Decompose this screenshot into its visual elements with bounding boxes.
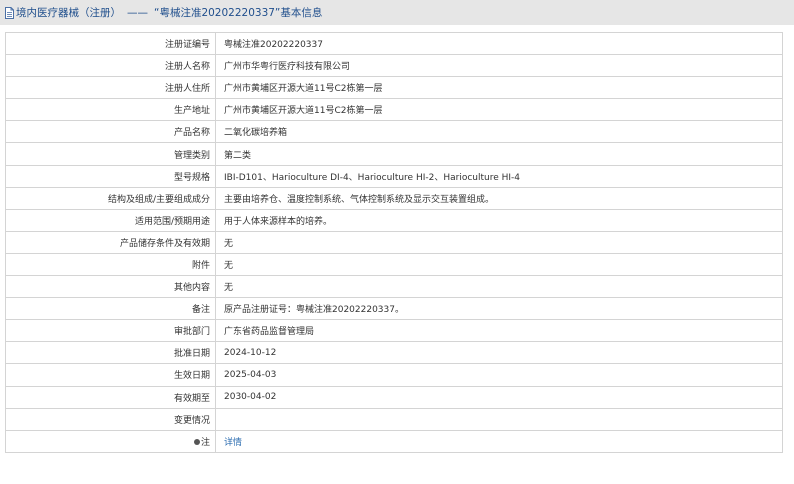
table-row: 生产地址 广州市黄埔区开源大道11号C2栋第一层 <box>5 98 783 122</box>
info-table: 注册证编号 粤械注准20202220337 注册人名称 广州市华粤行医疗科技有限公司注… <box>5 31 783 453</box>
row-label: 产品名称 <box>5 120 216 144</box>
table-row: 附件无 <box>5 252 783 277</box>
row-label: 其他内容 <box>5 275 216 299</box>
table-row: 管理类别 第二类 <box>5 142 783 166</box>
note-row: 注 详情 <box>5 429 783 453</box>
note-label-cell: 注 <box>5 429 216 453</box>
row-value: 粤械注准20202220337 <box>215 31 783 56</box>
row-label: 注册证编号 <box>5 31 216 56</box>
row-label: 生效日期 <box>5 363 216 387</box>
table-row: 审批部门 广东省药品监督管理局 <box>5 319 783 343</box>
row-label: 结构及组成/主要组成成分 <box>5 186 216 210</box>
table-row: 产品储存条件及有效期无 <box>5 230 783 254</box>
row-label: 适用范围/预期用途 <box>5 208 216 232</box>
table-row: 适用范围/预期用途 用于人体来源样本的培养。 <box>5 208 783 232</box>
note-dot-icon <box>193 438 200 445</box>
table-row: 备注 原产品注册证号：粤械注准20202220337。 <box>5 297 783 321</box>
row-value: 广州市黄埔区开源大道11号C2栋第一层 <box>215 98 783 122</box>
row-label: 注册人住所 <box>5 76 216 100</box>
row-value: 无 <box>215 252 783 277</box>
row-label: 型号规格 <box>5 164 216 188</box>
page-header: 境内医疗器械（注册） —— “粤械注准20202220337”基本信息 <box>0 0 794 25</box>
row-value: IBI-D101、Harioculture DI-4、Harioculture … <box>215 164 783 188</box>
table-row: 批准日期 2024-10-12 <box>5 341 783 365</box>
table-row: 产品名称 二氧化碳培养箱 <box>5 120 783 144</box>
info-table-container: 注册证编号 粤械注准20202220337 注册人名称 广州市华粤行医疗科技有限公司注… <box>5 31 783 453</box>
table-row: 结构及组成/主要组成成分 主要由培养仓、温度控制系统、气体控制系统及显示交互装置组… <box>5 186 783 210</box>
table-row: 注册人住所 广州市黄埔区开源大道11号C2栋第一层 <box>5 76 783 100</box>
row-value: 2030-04-02 <box>215 385 783 409</box>
row-label: 附件 <box>5 252 216 277</box>
note-label: 注 <box>200 437 210 448</box>
row-label: 备注 <box>5 297 216 321</box>
row-value: 无 <box>215 230 783 254</box>
info-table-body: 注册证编号 粤械注准20202220337 注册人名称 广州市华粤行医疗科技有限公司注… <box>5 31 783 431</box>
note-value-cell: 详情 <box>215 429 783 453</box>
row-value: 二氧化碳培养箱 <box>215 120 783 144</box>
row-value: 原产品注册证号：粤械注准20202220337。 <box>215 297 783 321</box>
header-separator: —— <box>127 6 148 19</box>
header-title: “粤械注准20202220337”基本信息 <box>154 7 323 19</box>
row-label: 有效期至 <box>5 385 216 409</box>
row-value <box>215 407 783 431</box>
table-row: 有效期至 2030-04-02 <box>5 385 783 409</box>
row-label: 注册人名称 <box>5 54 216 78</box>
row-value: 用于人体来源样本的培养。 <box>215 208 783 232</box>
row-value: 广州市黄埔区开源大道11号C2栋第一层 <box>215 76 783 100</box>
row-value: 广州市华粤行医疗科技有限公司 <box>215 54 783 78</box>
row-value: 2025-04-03 <box>215 363 783 387</box>
table-row: 注册人名称 广州市华粤行医疗科技有限公司 <box>5 54 783 78</box>
row-label: 变更情况 <box>5 407 216 431</box>
table-row: 注册证编号 粤械注准20202220337 <box>5 31 783 56</box>
row-value: 第二类 <box>215 142 783 166</box>
table-row: 其他内容无 <box>5 275 783 299</box>
row-label: 审批部门 <box>5 319 216 343</box>
row-value: 主要由培养仓、温度控制系统、气体控制系统及显示交互装置组成。 <box>215 186 783 210</box>
document-icon <box>4 6 15 19</box>
row-label: 管理类别 <box>5 142 216 166</box>
row-label: 批准日期 <box>5 341 216 365</box>
row-value: 无 <box>215 275 783 299</box>
row-label: 生产地址 <box>5 98 216 122</box>
row-label: 产品储存条件及有效期 <box>5 230 216 254</box>
table-row: 型号规格 IBI-D101、Harioculture DI-4、Hariocult… <box>5 164 783 188</box>
header-category: 境内医疗器械（注册） <box>16 7 121 19</box>
detail-link[interactable]: 详情 <box>224 438 242 448</box>
row-value: 广东省药品监督管理局 <box>215 319 783 343</box>
table-row: 变更情况 <box>5 407 783 431</box>
table-row: 生效日期 2025-04-03 <box>5 363 783 387</box>
row-value: 2024-10-12 <box>215 341 783 365</box>
